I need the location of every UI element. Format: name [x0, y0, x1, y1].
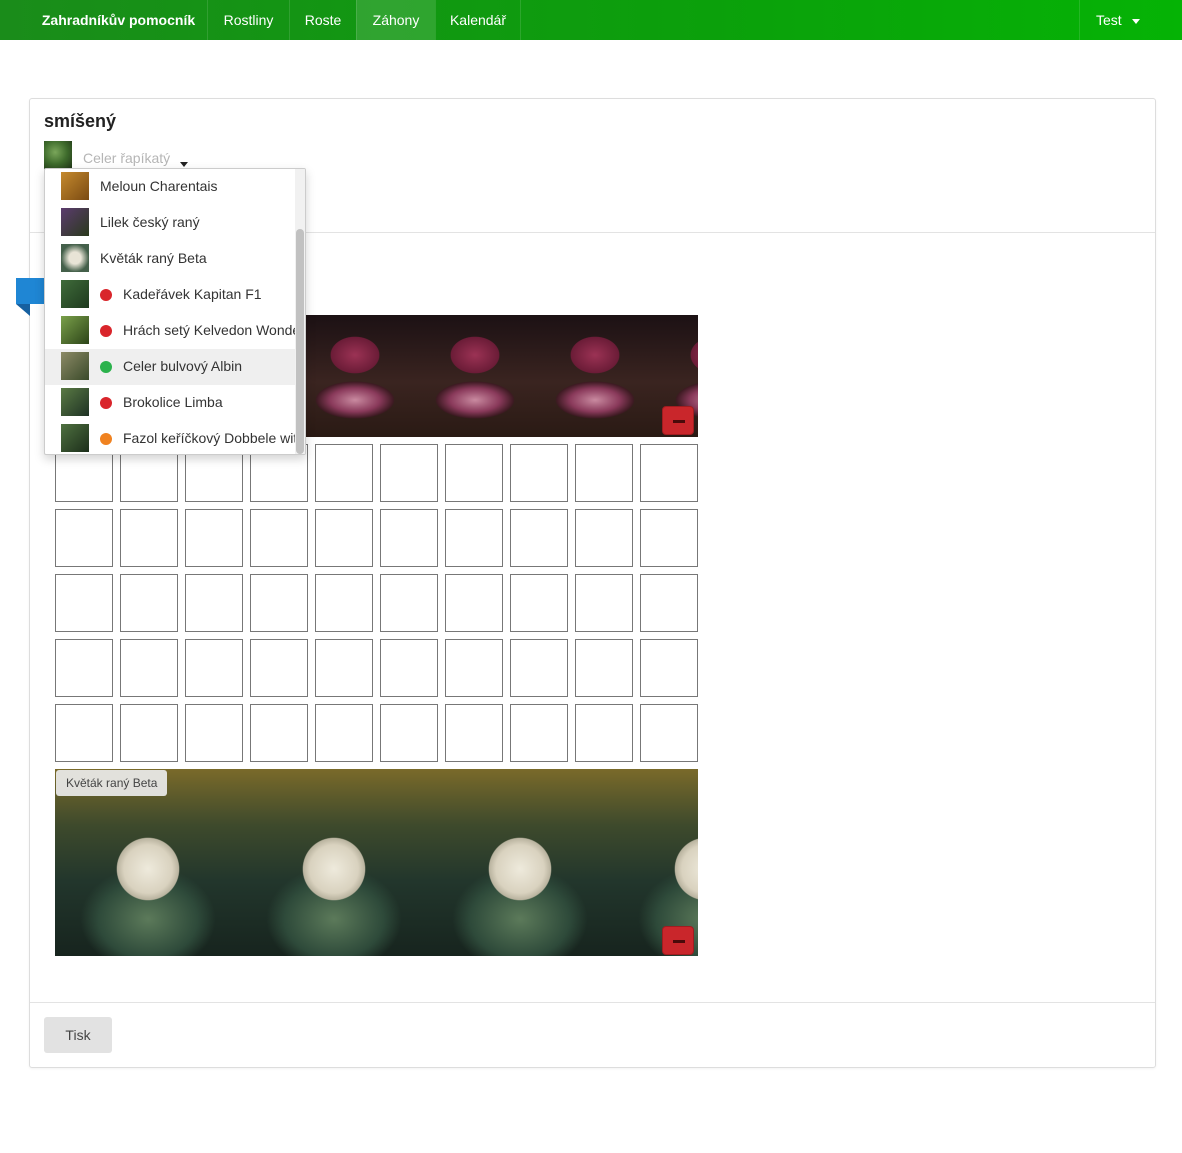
dropdown-item-label: Fazol keříčkový Dobbele witte [123, 430, 306, 446]
dropdown-item-highlighted[interactable]: Celer bulvový Albin [45, 349, 295, 385]
bed-cell[interactable] [445, 574, 503, 632]
bed-cell[interactable] [380, 574, 438, 632]
nav-item-zahony[interactable]: Záhony [356, 0, 435, 40]
divider [30, 1002, 1155, 1003]
dropdown-item[interactable]: Brokolice Limba [45, 385, 295, 421]
plant-thumbnail [61, 280, 89, 308]
plant-select[interactable]: Celer řapíkatý [83, 150, 170, 166]
dropdown-item-label: Kadeřávek Kapitan F1 [123, 286, 262, 302]
bed-cell[interactable] [575, 444, 633, 502]
bed-cell[interactable] [315, 444, 373, 502]
bed-cell[interactable] [640, 639, 698, 697]
dropdown-scrollbar-thumb[interactable] [296, 229, 304, 454]
dropdown-item[interactable]: Fazol keříčkový Dobbele witte [45, 421, 305, 454]
bed-cell[interactable] [575, 574, 633, 632]
dropdown-item[interactable]: Lilek český raný [45, 205, 295, 241]
bed-cell[interactable] [315, 704, 373, 762]
bed-cell[interactable] [510, 639, 568, 697]
bed-cell[interactable] [575, 639, 633, 697]
nav-item-kalendar[interactable]: Kalendář [435, 0, 521, 40]
bed-cell[interactable] [445, 509, 503, 567]
dropdown-item[interactable]: Hrách setý Kelvedon Wonder [45, 313, 305, 349]
bed-cell[interactable] [55, 639, 113, 697]
dropdown-item-label: Hrách setý Kelvedon Wonder [123, 322, 305, 338]
bed-cell[interactable] [250, 574, 308, 632]
bed-cell[interactable] [185, 509, 243, 567]
bed-cell[interactable] [120, 704, 178, 762]
plant-thumbnail [61, 316, 89, 344]
status-dot [100, 361, 112, 373]
bed-cell[interactable] [315, 509, 373, 567]
dropdown-item-label: Celer bulvový Albin [123, 358, 243, 374]
dropdown-item[interactable]: Květák raný Beta [45, 241, 295, 277]
bed-cell[interactable] [640, 444, 698, 502]
bookmark-marker-tail [16, 304, 30, 316]
plant-thumbnail [61, 172, 89, 200]
brand-link[interactable]: Zahradníkův pomocník [30, 0, 207, 40]
user-menu[interactable]: Test [1079, 0, 1182, 40]
status-dot [100, 433, 112, 445]
dropdown-item[interactable]: Meloun Charentais [45, 169, 295, 205]
bed-cell[interactable] [640, 574, 698, 632]
bed-cell[interactable] [510, 704, 568, 762]
plant-thumbnail [44, 141, 72, 169]
bed-cell[interactable] [445, 444, 503, 502]
bed-cell[interactable] [445, 704, 503, 762]
bed-cell[interactable] [120, 509, 178, 567]
bed-cell[interactable] [445, 639, 503, 697]
plant-thumbnail [61, 352, 89, 380]
plant-thumbnail [61, 388, 89, 416]
bed-cell[interactable] [640, 509, 698, 567]
dropdown-item-label: Květák raný Beta [100, 250, 207, 266]
bed-cell[interactable] [250, 704, 308, 762]
planted-strip-cauliflower[interactable] [55, 769, 698, 956]
bed-cell[interactable] [250, 509, 308, 567]
chevron-down-icon [1131, 18, 1140, 24]
bed-cell[interactable] [185, 639, 243, 697]
bed-cell[interactable] [250, 639, 308, 697]
strip-label: Květák raný Beta [56, 770, 168, 796]
status-dot [100, 325, 112, 337]
bed-cell[interactable] [380, 639, 438, 697]
plant-thumbnail [61, 208, 89, 236]
bed-cell[interactable] [315, 574, 373, 632]
bed-cell[interactable] [55, 574, 113, 632]
bookmark-marker [16, 278, 46, 304]
bed-cell[interactable] [575, 509, 633, 567]
bed-cell[interactable] [55, 509, 113, 567]
bed-cell[interactable] [55, 704, 113, 762]
bed-cell[interactable] [575, 704, 633, 762]
bed-cell[interactable] [120, 639, 178, 697]
dropdown-item-label: Lilek český raný [100, 214, 200, 230]
bed-cell[interactable] [120, 574, 178, 632]
remove-strip-button[interactable] [662, 406, 694, 435]
bed-cell[interactable] [380, 509, 438, 567]
bed-cell[interactable] [510, 509, 568, 567]
chevron-down-icon [180, 162, 188, 168]
dropdown-item-label: Brokolice Limba [123, 394, 223, 410]
bed-cell[interactable] [185, 704, 243, 762]
bed-cell[interactable] [510, 574, 568, 632]
nav-item-roste[interactable]: Roste [289, 0, 356, 40]
plant-thumbnail [61, 244, 89, 272]
bed-cell[interactable] [380, 704, 438, 762]
nav-item-rostliny[interactable]: Rostliny [207, 0, 289, 40]
dropdown-item[interactable]: Kadeřávek Kapitan F1 [45, 277, 295, 313]
user-name: Test [1096, 12, 1122, 28]
bed-cell[interactable] [185, 574, 243, 632]
status-dot [100, 289, 112, 301]
bed-cell[interactable] [640, 704, 698, 762]
top-navbar: Zahradníkův pomocník Rostliny Roste Záho… [0, 0, 1182, 40]
bed-cell[interactable] [380, 444, 438, 502]
remove-strip-button[interactable] [662, 926, 694, 955]
bed-cell[interactable] [510, 444, 568, 502]
status-dot [100, 397, 112, 409]
page-title: smíšený [44, 111, 117, 131]
bed-cell[interactable] [315, 639, 373, 697]
dropdown-item-label: Meloun Charentais [100, 178, 218, 194]
plant-thumbnail [61, 424, 89, 452]
plant-dropdown: Meloun Charentais Lilek český raný Květá… [44, 168, 306, 455]
print-button[interactable]: Tisk [44, 1017, 112, 1053]
